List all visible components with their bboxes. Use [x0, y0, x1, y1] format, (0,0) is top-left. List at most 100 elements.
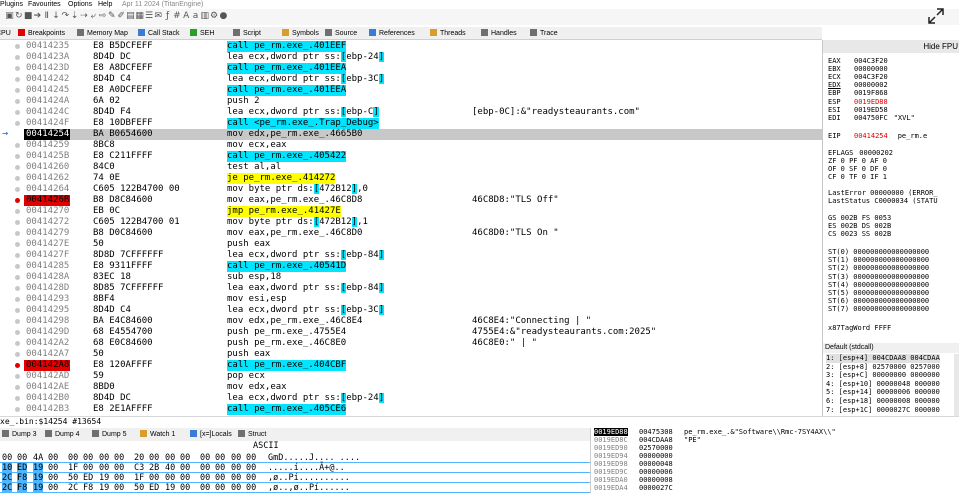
fpu-register[interactable]: ST(0) 000000000000000000 — [828, 248, 929, 256]
dump-row[interactable]: 00 00 4A 00 00 00 00 00 20 00 00 00 00 00 00 00 GmD.....… — [0, 453, 590, 463]
tab-cpu[interactable]: CPU — [0, 28, 11, 39]
breakpoint-dot-icon[interactable] — [15, 396, 20, 401]
breakpoint-dot-icon[interactable] — [15, 154, 20, 159]
dump-row[interactable]: 2C F8 19 00 2C F8 19 00 50 ED 19 00 00 00 00 00 ,ø..,ø..… — [0, 483, 590, 493]
breakpoint-dot-icon[interactable] — [15, 187, 20, 192]
register-ecx[interactable]: ECX 004C3F20 — [828, 73, 888, 81]
last-error[interactable]: LastError 00000000 (ERROR_ — [828, 189, 938, 197]
dump-tab-6[interactable]: Struct — [238, 429, 266, 440]
disasm-row[interactable]: 0041428A 83EC 18 sub esp,18 — [24, 272, 822, 283]
breakpoint-dot-icon[interactable] — [15, 44, 20, 49]
breakpoint-dot-icon[interactable] — [15, 275, 20, 280]
breakpoint-dot-icon[interactable] — [15, 198, 20, 203]
menu-plugins[interactable]: Plugins — [0, 0, 23, 9]
disassembly-view[interactable]: 00414235 E8 B5DCFEFF call pe_rm.exe_.401EE… — [24, 40, 822, 416]
disasm-row[interactable]: 0041425B E8 C211FFFF call pe_rm.exe_.40542… — [24, 151, 822, 162]
disasm-row[interactable]: 00414298 BA E4C84600 mov edx,pe_rm.exe_.46… — [24, 316, 822, 327]
tab-script[interactable]: Script — [233, 28, 261, 39]
tab-symbols[interactable]: Symbols — [282, 28, 319, 39]
fpu-register[interactable]: ST(2) 000000000000000000 — [828, 264, 929, 272]
expand-icon[interactable] — [927, 7, 945, 25]
disasm-row[interactable]: 0041424F E8 10DBFEFF call <pe_rm.exe_.Trap… — [24, 118, 822, 129]
register-esp[interactable]: ESP 0019ED88 — [828, 98, 888, 106]
stack-view[interactable]: 0019ED88 00475308 pe_rm.exe_.&"Software\\R… — [590, 428, 959, 493]
breakpoint-dot-icon[interactable] — [15, 55, 20, 60]
fpu-register[interactable]: ST(3) 000000000000000000 — [828, 273, 929, 281]
flags-row[interactable]: ZF 0 PF 0 AF 0 — [828, 157, 887, 165]
disasm-row[interactable]: 0041429D 68 E4554700 push pe_rm.exe_.4755E… — [24, 327, 822, 338]
disasm-row[interactable]: 004142AE 8BD0 mov edx,eax — [24, 382, 822, 393]
disasm-row[interactable]: 00414295 8D4D C4 lea ecx,dword ptr ss:[ebp… — [24, 305, 822, 316]
disasm-row[interactable]: 00414242 8D4D C4 lea ecx,dword ptr ss:[ebp… — [24, 74, 822, 85]
breakpoint-dot-icon[interactable] — [15, 209, 20, 214]
register-eax[interactable]: EAX 004C3F20 — [828, 57, 888, 65]
breakpoint-dot-icon[interactable] — [15, 319, 20, 324]
breakpoint-dot-icon[interactable] — [15, 385, 20, 390]
tab-references[interactable]: References — [369, 28, 415, 39]
register-esi[interactable]: ESI 0019ED58 — [828, 106, 888, 114]
breakpoint-dot-icon[interactable] — [15, 165, 20, 170]
call-arg-row[interactable]: 7: [esp+1C] 0000027C 000000 — [826, 406, 940, 415]
x87-tagword[interactable]: x87TagWord FFFF — [828, 324, 891, 332]
tab-memory-map[interactable]: Memory Map — [77, 28, 128, 39]
flags-row[interactable]: CF 0 TF 0 IF 1 — [828, 173, 887, 181]
tab-breakpoints[interactable]: Breakpoints — [18, 28, 65, 39]
register-eip[interactable]: EIP 00414254 pe_rm.e — [828, 132, 927, 140]
breakpoint-dot-icon[interactable] — [15, 363, 20, 368]
breakpoint-dot-icon[interactable] — [15, 143, 20, 148]
fpu-register[interactable]: ST(4) 000000000000000000 — [828, 281, 929, 289]
segment-row[interactable]: GS 002B FS 0053 — [828, 214, 891, 222]
tab-handles[interactable]: Handles — [481, 28, 517, 39]
disasm-row[interactable]: 00414262 74 0E je pe_rm.exe_.414272 — [24, 173, 822, 184]
fpu-register[interactable]: ST(5) 000000000000000000 — [828, 289, 929, 297]
disasm-row[interactable]: 00414293 8BF4 mov esi,esp — [24, 294, 822, 305]
help-icon[interactable]: ● — [218, 11, 229, 22]
disasm-row[interactable]: 00414235 E8 B5DCFEFF call pe_rm.exe_.401EE… — [24, 41, 822, 52]
breakpoint-dot-icon[interactable] — [15, 121, 20, 126]
menu-favourites[interactable]: Favourites — [28, 0, 61, 9]
breakpoint-dot-icon[interactable] — [15, 286, 20, 291]
disasm-row[interactable]: 00414259 8BC8 mov ecx,eax — [24, 140, 822, 151]
breakpoint-dot-icon[interactable] — [15, 374, 20, 379]
dump-row[interactable]: 2C F8 19 00 50 ED 19 00 1F 00 00 00 00 00 00 00 ,ø..Pí..… — [0, 473, 590, 483]
dump-row[interactable]: 10 ED 19 00 1F 00 00 00 C3 2B 40 00 00 00 00 00 .....í..… — [0, 463, 590, 473]
disasm-row[interactable]: 00414272 C605 122B4700 01 mov byte ptr ds:… — [24, 217, 822, 228]
register-ebx[interactable]: EBX 00000000 — [828, 65, 888, 73]
register-ebp[interactable]: EBP 0019F868 — [828, 89, 888, 97]
breakpoint-dot-icon[interactable] — [15, 297, 20, 302]
disasm-row[interactable]: 00414254 BA B0654600 mov edx,pe_rm.exe_.46… — [24, 129, 822, 140]
breakpoint-dot-icon[interactable] — [15, 341, 20, 346]
dump-tab-4[interactable]: Watch 1 — [140, 429, 175, 440]
disasm-row[interactable]: 00414270 EB 0C jmp pe_rm.exe_.41427E — [24, 206, 822, 217]
disasm-row[interactable]: 0041427F 8D8D 7CFFFFFF lea ecx,dword ptr s… — [24, 250, 822, 261]
tab-source[interactable]: Source — [325, 28, 357, 39]
breakpoint-dot-icon[interactable] — [15, 99, 20, 104]
stack-row[interactable]: 0019EDA4 0000027C — [591, 484, 959, 492]
breakpoint-dot-icon[interactable] — [15, 110, 20, 115]
disasm-row[interactable]: 0041426B B8 D8C84600 mov eax,pe_rm.exe_.46… — [24, 195, 822, 206]
dump-tab-5[interactable]: [x=]Locals — [190, 429, 232, 440]
disasm-row[interactable]: 004142A2 68 E0C84600 push pe_rm.exe_.46C8E… — [24, 338, 822, 349]
fpu-register[interactable]: ST(6) 000000000000000000 — [828, 297, 929, 305]
hide-fpu-button[interactable]: Hide FPU — [823, 40, 959, 53]
breakpoint-dot-icon[interactable] — [15, 77, 20, 82]
stack-row[interactable]: 0019ED9C 00000006 — [591, 468, 959, 476]
calling-convention-header[interactable]: Default (stdcall) — [823, 343, 959, 353]
disasm-row[interactable]: 004142AD 59 pop ecx — [24, 371, 822, 382]
dump-tab-3[interactable]: Dump 5 — [92, 429, 127, 440]
stack-row[interactable]: 0019ED88 00475308 pe_rm.exe_.&"Software\\R… — [591, 428, 959, 436]
breakpoint-dot-icon[interactable] — [15, 88, 20, 93]
stack-row[interactable]: 0019EDA0 00000008 — [591, 476, 959, 484]
disasm-row[interactable]: 0041423D E8 A8DCFEFF call pe_rm.exe_.401EE… — [24, 63, 822, 74]
disasm-row[interactable]: 00414260 84C0 test al,al — [24, 162, 822, 173]
breakpoint-dot-icon[interactable] — [15, 231, 20, 236]
tab-threads[interactable]: Threads — [430, 28, 466, 39]
breakpoint-dot-icon[interactable] — [15, 330, 20, 335]
disasm-row[interactable]: 00414264 C605 122B4700 00 mov byte ptr ds:… — [24, 184, 822, 195]
disasm-row[interactable]: 00414285 E8 9311FFFF call pe_rm.exe_.40541… — [24, 261, 822, 272]
stack-row[interactable]: 0019ED90 02570000 — [591, 444, 959, 452]
register-eflags[interactable]: EFLAGS 00000202 — [828, 149, 893, 157]
breakpoint-dot-icon[interactable] — [15, 407, 20, 412]
dump-view[interactable]: ASCII 00 00 4A 00 00 00 00 00 20 00 00 00 00 00 00 00 Gm… — [0, 441, 590, 493]
tab-seh[interactable]: SEH — [190, 28, 214, 39]
